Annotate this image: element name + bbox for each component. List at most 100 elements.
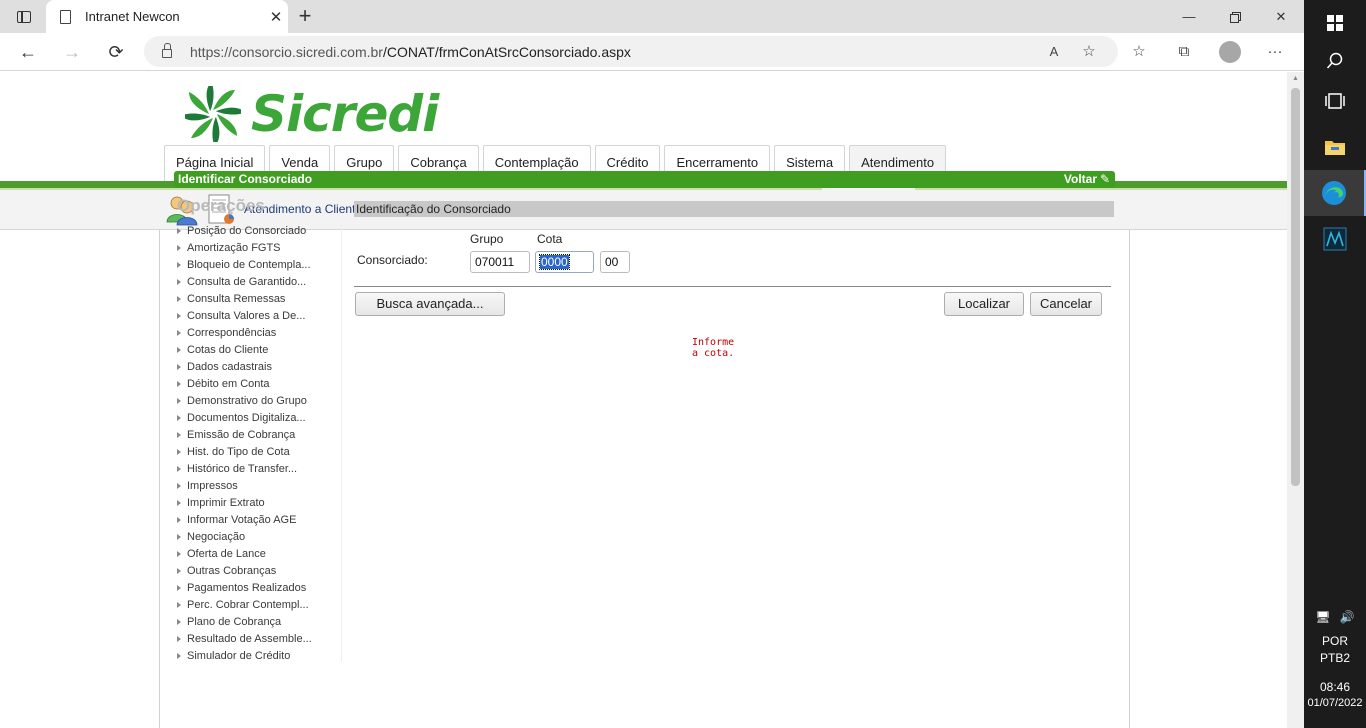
arrow-right-icon: [177, 516, 181, 523]
profile-avatar[interactable]: [1219, 41, 1241, 63]
operation-item[interactable]: Histórico de Transfer...: [176, 460, 341, 477]
restore-icon: [1229, 12, 1241, 24]
forward-button[interactable]: →: [58, 38, 86, 66]
close-window-button[interactable]: ✕: [1258, 0, 1304, 33]
clock-time[interactable]: 08:46: [1304, 680, 1366, 694]
operation-item[interactable]: Perc. Cobrar Contempl...: [176, 596, 341, 613]
operation-item-label: Emissão de Cobrança: [187, 428, 296, 441]
task-view-button[interactable]: [1304, 78, 1366, 124]
operation-item[interactable]: Oferta de Lance: [176, 545, 341, 562]
keyboard-layout-indicator[interactable]: PTB2: [1304, 651, 1366, 665]
operation-item[interactable]: Imprimir Extrato: [176, 494, 341, 511]
operation-item[interactable]: Consulta de Garantido...: [176, 273, 341, 290]
cota-input-selection: 0000: [539, 254, 570, 270]
digito-input[interactable]: 00: [600, 251, 630, 273]
url-path: /CONAT/frmConAtSrcConsorciado.aspx: [382, 43, 631, 60]
tab-actions-button[interactable]: [8, 5, 40, 29]
network-icon[interactable]: 🖥: [1315, 610, 1330, 624]
volume-icon[interactable]: 🔊: [1340, 610, 1355, 624]
operation-item[interactable]: Emissão de Cobrança: [176, 426, 341, 443]
arrow-right-icon: [177, 397, 181, 404]
pencil-icon[interactable]: ✎: [1100, 172, 1112, 186]
operation-item[interactable]: Documentos Digitaliza...: [176, 409, 341, 426]
arrow-right-icon: [177, 533, 181, 540]
arrow-right-icon: [177, 414, 181, 421]
edge-icon: [1322, 181, 1346, 205]
cota-input[interactable]: 0000: [535, 251, 594, 273]
operation-item[interactable]: Bloqueio de Contempla...: [176, 256, 341, 273]
arrow-right-icon: [177, 227, 181, 234]
search-icon: [1326, 52, 1343, 69]
arrow-right-icon: [177, 465, 181, 472]
operation-item-label: Consulta Valores a De...: [187, 309, 306, 322]
arrow-right-icon: [177, 295, 181, 302]
arrow-right-icon: [177, 278, 181, 285]
operation-item-label: Amortização FGTS: [187, 241, 281, 254]
browser-tab-active[interactable]: Intranet Newcon ✕: [46, 0, 288, 33]
operation-item[interactable]: Pagamentos Realizados: [176, 579, 341, 596]
new-tab-button[interactable]: +: [292, 4, 318, 30]
add-favorite-icon[interactable]: ☆: [1077, 41, 1101, 63]
scroll-up-icon[interactable]: ▲: [1291, 75, 1300, 83]
operation-item-label: Perc. Cobrar Contempl...: [187, 598, 309, 611]
operation-item-label: Informar Votação AGE: [187, 513, 297, 526]
operation-item[interactable]: Correspondências: [176, 324, 341, 341]
windows-logo-icon: [1327, 15, 1343, 31]
operation-item[interactable]: Amortização FGTS: [176, 239, 341, 256]
operation-item-label: Correspondências: [187, 326, 277, 339]
refresh-button[interactable]: ⟳: [102, 38, 130, 66]
operation-item[interactable]: Consulta Valores a De...: [176, 307, 341, 324]
operation-item[interactable]: Demonstrativo do Grupo: [176, 392, 341, 409]
clock-date[interactable]: 01/07/2022: [1304, 697, 1366, 709]
operation-item[interactable]: Outras Cobranças: [176, 562, 341, 579]
file-explorer-button[interactable]: [1304, 124, 1366, 170]
operation-item[interactable]: Resultado de Assemble...: [176, 630, 341, 647]
operation-item[interactable]: Simulador de Crédito: [176, 647, 341, 664]
grupo-input[interactable]: 070011: [470, 251, 530, 273]
system-tray: 🖥 🔊: [1304, 610, 1366, 624]
operation-item-label: Simulador de Crédito: [187, 649, 291, 662]
page-scrollbar[interactable]: ▲: [1287, 72, 1304, 728]
arrow-right-icon: [177, 448, 181, 455]
url-text: https://consorcio.sicredi.com.br/CONAT/f…: [190, 44, 631, 60]
operation-item[interactable]: Cotas do Cliente: [176, 341, 341, 358]
address-bar-row: ← → ⟳ https://consorcio.sicredi.com.br/C…: [0, 33, 1304, 71]
arrow-right-icon: [177, 363, 181, 370]
cancelar-button[interactable]: Cancelar: [1030, 292, 1102, 316]
scrollbar-thumb[interactable]: [1291, 88, 1300, 486]
app-taskbar-button[interactable]: [1304, 216, 1366, 262]
read-aloud-icon[interactable]: A: [1042, 41, 1066, 63]
operation-item[interactable]: Posição do Consorciado: [176, 222, 341, 239]
windows-taskbar: 🖥 🔊 POR PTB2 08:46 01/07/2022: [1304, 0, 1366, 728]
operation-item[interactable]: Impressos: [176, 477, 341, 494]
arrow-right-icon: [177, 550, 181, 557]
operation-item[interactable]: Débito em Conta: [176, 375, 341, 392]
arrow-right-icon: [177, 482, 181, 489]
operation-item-label: Oferta de Lance: [187, 547, 266, 560]
operation-item[interactable]: Hist. do Tipo de Cota: [176, 443, 341, 460]
more-menu-icon[interactable]: ···: [1263, 41, 1287, 63]
arrow-right-icon: [177, 652, 181, 659]
collections-icon[interactable]: ⧉: [1172, 41, 1196, 63]
operation-item-label: Outras Cobranças: [187, 564, 277, 577]
close-tab-icon[interactable]: ✕: [264, 8, 288, 26]
minimize-button[interactable]: —: [1166, 0, 1212, 33]
favorites-icon[interactable]: ☆: [1127, 41, 1151, 63]
operation-item[interactable]: Negociação: [176, 528, 341, 545]
operation-item[interactable]: Plano de Cobrança: [176, 613, 341, 630]
page-content: Identificar Consorciado Voltar ✎ Operaçõ…: [0, 72, 1287, 728]
url-field[interactable]: https://consorcio.sicredi.com.br/CONAT/f…: [144, 36, 1118, 67]
operation-item-label: Imprimir Extrato: [187, 496, 265, 509]
advanced-search-button[interactable]: Busca avançada...: [355, 292, 505, 316]
localizar-button[interactable]: Localizar: [944, 292, 1024, 316]
operation-item[interactable]: Consulta Remessas: [176, 290, 341, 307]
restore-button[interactable]: [1212, 0, 1258, 33]
operation-item[interactable]: Dados cadastrais: [176, 358, 341, 375]
back-link[interactable]: Voltar: [1064, 172, 1097, 186]
operation-item-label: Histórico de Transfer...: [187, 462, 298, 475]
operation-item[interactable]: Informar Votação AGE: [176, 511, 341, 528]
validation-message: Informe a cota.: [692, 337, 735, 359]
back-button[interactable]: ←: [14, 38, 42, 66]
edge-taskbar-button[interactable]: [1304, 170, 1366, 216]
language-indicator[interactable]: POR: [1304, 634, 1366, 648]
